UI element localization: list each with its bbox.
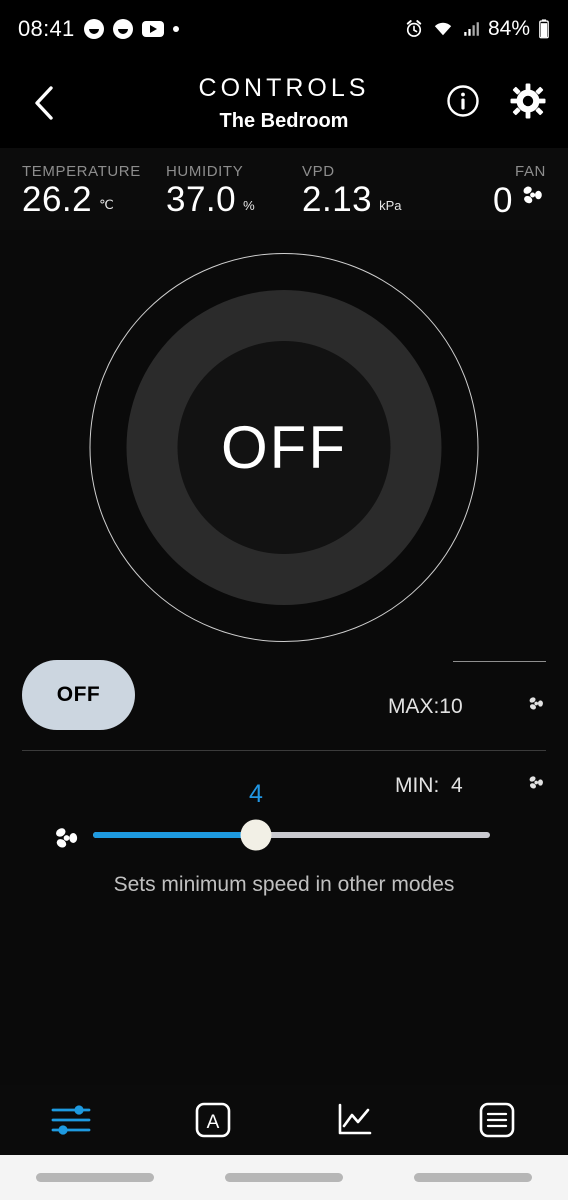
slider-fill xyxy=(93,832,256,838)
wifi-icon xyxy=(432,19,454,39)
line-chart-icon xyxy=(336,1102,374,1138)
system-navigation-bar xyxy=(0,1155,568,1200)
nav-pill-back[interactable] xyxy=(414,1173,532,1182)
svg-text:A: A xyxy=(207,1112,220,1133)
max-speed-row[interactable]: MAX:10 xyxy=(388,670,546,743)
nav-item-controls[interactable] xyxy=(0,1102,142,1138)
info-button[interactable] xyxy=(446,84,480,123)
settings-button[interactable] xyxy=(510,83,546,124)
fan-dial[interactable]: OFF xyxy=(0,253,568,643)
status-bar-left: 08:41 xyxy=(18,16,179,42)
dot-icon xyxy=(173,26,179,32)
fan-icon xyxy=(52,823,82,858)
stat-value: 0 xyxy=(493,183,513,218)
mode-row: OFF MAX:10 MIN: 4 xyxy=(0,660,568,745)
sliders-icon xyxy=(49,1102,93,1138)
alarm-icon xyxy=(404,19,424,39)
dial-center[interactable]: OFF xyxy=(178,341,391,554)
status-bar-right: 84% xyxy=(404,17,550,41)
nav-item-charts[interactable] xyxy=(284,1102,426,1138)
nav-item-auto[interactable]: A xyxy=(142,1102,284,1138)
header-actions xyxy=(446,83,546,124)
bottom-navigation: A xyxy=(0,1085,568,1155)
status-time: 08:41 xyxy=(18,16,75,42)
dial-state-text: OFF xyxy=(221,413,347,482)
stat-humidity: HUMIDITY 37.0 % xyxy=(166,163,302,217)
gear-icon xyxy=(510,83,546,119)
slider-value-label: 4 xyxy=(249,780,263,809)
stats-bar: TEMPERATURE 26.2 ℃ HUMIDITY 37.0 % VPD 2… xyxy=(0,148,568,230)
stat-unit: % xyxy=(243,198,255,217)
letter-a-box-icon: A xyxy=(195,1102,231,1138)
stat-unit: kPa xyxy=(379,198,401,217)
stat-label: TEMPERATURE xyxy=(22,163,166,180)
nav-pill-recents[interactable] xyxy=(36,1173,154,1182)
app-header: CONTROLS The Bedroom xyxy=(0,58,568,148)
min-speed-slider-section: 4 Sets minimum speed in other modes xyxy=(0,770,568,910)
stat-temperature: TEMPERATURE 26.2 ℃ xyxy=(22,163,166,217)
signal-icon xyxy=(462,20,480,38)
stat-label: VPD xyxy=(302,163,462,180)
stat-label: FAN xyxy=(515,163,546,180)
mode-toggle-button[interactable]: OFF xyxy=(22,660,135,730)
stat-fan: FAN 0 xyxy=(493,163,546,218)
stat-value: 2.13 xyxy=(302,182,372,217)
stat-unit: ℃ xyxy=(99,197,114,217)
chevron-left-icon xyxy=(31,83,57,123)
smiley-icon xyxy=(113,19,133,39)
nav-item-menu[interactable] xyxy=(426,1102,568,1138)
info-circle-icon xyxy=(446,84,480,118)
app-screen: 08:41 84% xyxy=(0,0,568,1200)
battery-percent: 84% xyxy=(488,17,530,41)
slider-thumb[interactable] xyxy=(241,820,272,851)
stat-vpd: VPD 2.13 kPa xyxy=(302,163,462,217)
smiley-icon xyxy=(84,19,104,39)
youtube-icon xyxy=(142,21,164,37)
status-bar: 08:41 84% xyxy=(0,0,568,58)
slider-caption: Sets minimum speed in other modes xyxy=(0,873,568,897)
battery-icon xyxy=(538,19,550,39)
list-box-icon xyxy=(479,1102,515,1138)
section-divider xyxy=(22,750,546,751)
fan-icon xyxy=(469,670,546,743)
stat-value: 26.2 xyxy=(22,182,92,217)
nav-pill-home[interactable] xyxy=(225,1173,343,1182)
limits-divider xyxy=(453,661,546,662)
stat-value: 37.0 xyxy=(166,182,236,217)
stat-label: HUMIDITY xyxy=(166,163,302,180)
fan-icon xyxy=(520,182,546,218)
max-speed-label: MAX:10 xyxy=(388,695,463,719)
back-button[interactable] xyxy=(22,81,66,125)
